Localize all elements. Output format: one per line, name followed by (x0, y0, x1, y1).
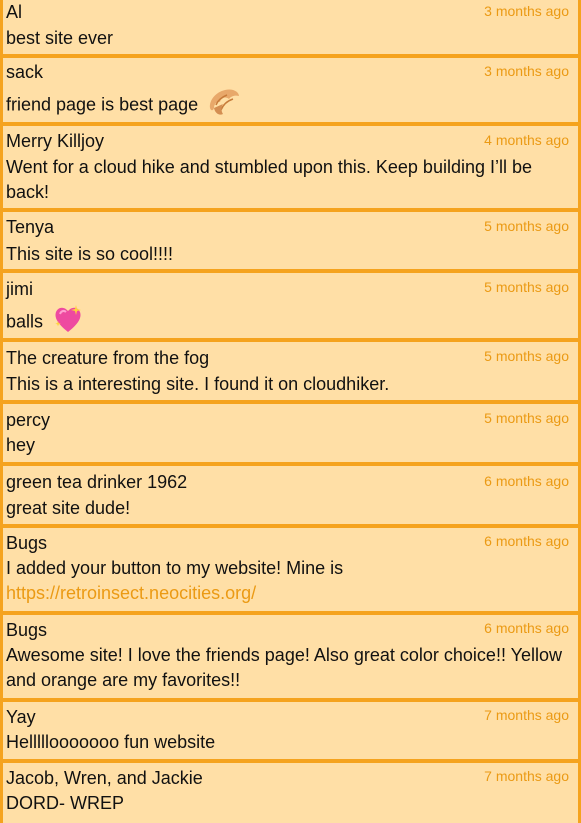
comment-item: Jacob, Wren, and Jackie 7 months ago DOR… (0, 763, 581, 823)
comment-author: jimi (6, 279, 33, 299)
comment-item: Tenya 5 months ago This site is so cool!… (0, 212, 581, 272)
comment-timestamp: 5 months ago (484, 348, 569, 364)
comment-author: Merry Killjoy (6, 131, 105, 151)
comment-timestamp: 3 months ago (484, 3, 569, 19)
comment-author: Yay (6, 707, 36, 727)
comment-item: jimi 5 months ago balls (0, 273, 581, 341)
comment-body: This is a interesting site. I found it o… (6, 374, 390, 394)
comment-timestamp: 5 months ago (484, 410, 569, 426)
comment-item: Merry Killjoy 4 months ago Went for a cl… (0, 126, 581, 211)
comment-body: DORD- WREP (6, 793, 124, 813)
comment-timestamp: 5 months ago (484, 218, 569, 234)
comment-item: Bugs 6 months ago I added your button to… (0, 528, 581, 614)
comment-author: percy (6, 410, 51, 430)
comment-author: sack (6, 62, 44, 82)
comment-timestamp: 6 months ago (484, 620, 569, 636)
comment-timestamp: 7 months ago (484, 707, 569, 723)
comment-author: Bugs (6, 620, 48, 640)
comment-author: Bugs (6, 533, 48, 553)
comment-timestamp: 5 months ago (484, 279, 569, 295)
comment-body: This site is so cool!!!! (6, 244, 174, 264)
comment-author: Al (6, 2, 23, 22)
comment-item: Yay 7 months ago Helllllooooooo fun webs… (0, 702, 581, 762)
comment-item: percy 5 months ago hey (0, 404, 581, 465)
comment-timestamp: 3 months ago (484, 63, 569, 79)
comment-body: Awesome site! I love the friends page! A… (6, 645, 562, 690)
comment-body: balls (6, 311, 44, 332)
sparkling-heart-icon (52, 303, 84, 342)
comment-author: Jacob, Wren, and Jackie (6, 768, 203, 788)
comment-body: Helllllooooooo fun website (6, 732, 216, 752)
croissant-icon (207, 86, 241, 125)
comment-author: green tea drinker 1962 (6, 472, 188, 492)
comment-item: Al 3 months ago best site ever (0, 0, 581, 57)
comment-timestamp: 4 months ago (484, 132, 569, 148)
comment-item: sack 3 months ago friend page is best pa… (0, 58, 581, 125)
comment-body: I added your button to my website! Mine … (6, 558, 344, 578)
comment-body: best site ever (6, 28, 114, 48)
comment-author: Tenya (6, 217, 55, 237)
comment-timestamp: 7 months ago (484, 768, 569, 784)
comment-item: Bugs 6 months ago Awesome site! I love t… (0, 615, 581, 701)
comment-author: The creature from the fog (6, 348, 210, 368)
comment-body: friend page is best page (6, 94, 199, 115)
comment-timestamp: 6 months ago (484, 473, 569, 489)
comment-item: The creature from the fog 5 months ago T… (0, 342, 581, 403)
comment-link[interactable]: https://retroinsect.neocities.org/ (6, 583, 256, 603)
comment-body: hey (6, 435, 36, 455)
comment-timestamp: 6 months ago (484, 533, 569, 549)
comment-body: great site dude! (6, 498, 131, 518)
comment-body: Went for a cloud hike and stumbled upon … (6, 157, 532, 202)
comment-item: green tea drinker 1962 6 months ago grea… (0, 466, 581, 527)
